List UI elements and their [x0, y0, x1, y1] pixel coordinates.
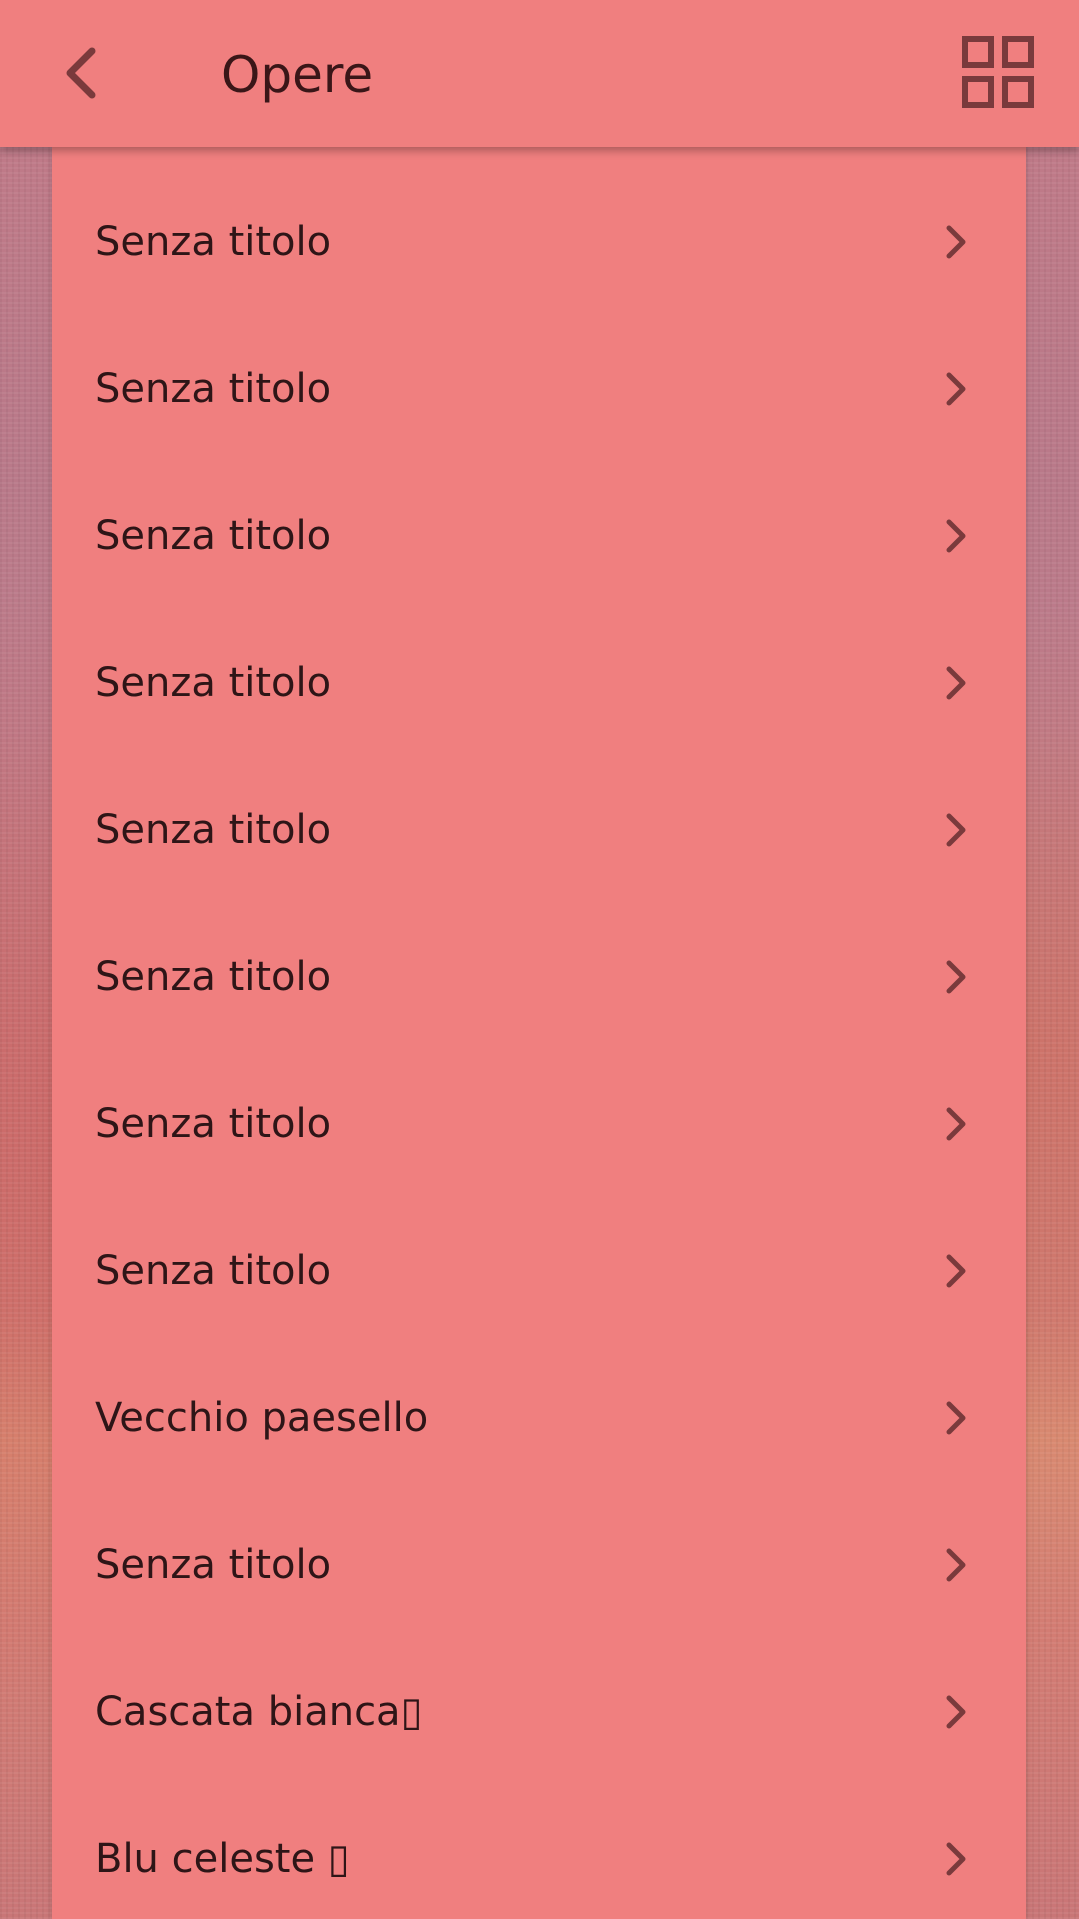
- item-title: Senza titolo: [95, 659, 332, 706]
- list-item[interactable]: Vecchio paesello: [52, 1344, 1026, 1491]
- item-title: Senza titolo: [95, 806, 332, 853]
- page-title: Opere: [221, 46, 374, 104]
- chevron-right-icon: [936, 1839, 976, 1879]
- item-title: Senza titolo: [95, 365, 332, 412]
- item-title: Senza titolo: [95, 218, 332, 265]
- chevron-right-icon: [936, 810, 976, 850]
- item-title: Senza titolo: [95, 1100, 332, 1147]
- chevron-right-icon: [936, 1398, 976, 1438]
- grid-view-button[interactable]: [958, 32, 1038, 112]
- grid-view-icon: [962, 36, 1034, 108]
- back-button[interactable]: [40, 28, 120, 118]
- app-bar: Opere: [0, 0, 1079, 147]
- item-title: Senza titolo: [95, 1247, 332, 1294]
- item-title: Senza titolo: [95, 1541, 332, 1588]
- list-item[interactable]: Senza titolo: [52, 168, 1026, 315]
- chevron-right-icon: [936, 957, 976, 997]
- list-item[interactable]: Senza titolo: [52, 1050, 1026, 1197]
- chevron-left-icon: [66, 47, 96, 99]
- list-item[interactable]: Senza titolo: [52, 1491, 1026, 1638]
- list-item[interactable]: Senza titolo: [52, 903, 1026, 1050]
- chevron-right-icon: [936, 222, 976, 262]
- chevron-right-icon: [936, 369, 976, 409]
- list-item[interactable]: Cascata bianca▯: [52, 1638, 1026, 1785]
- list-item[interactable]: Senza titolo: [52, 756, 1026, 903]
- item-title: Vecchio paesello: [95, 1394, 429, 1441]
- list-item[interactable]: Senza titolo: [52, 609, 1026, 756]
- list-item[interactable]: Senza titolo: [52, 462, 1026, 609]
- list-item[interactable]: Blu celeste ▯: [52, 1785, 1026, 1919]
- item-title: Blu celeste ▯: [95, 1835, 350, 1882]
- chevron-right-icon: [936, 1692, 976, 1732]
- item-title: Senza titolo: [95, 512, 332, 559]
- item-title: Senza titolo: [95, 953, 332, 1000]
- item-title: Cascata bianca▯: [95, 1688, 423, 1735]
- chevron-right-icon: [936, 663, 976, 703]
- chevron-right-icon: [936, 1251, 976, 1291]
- artworks-list-panel: Senza titolo Senza titolo Senza titolo S…: [52, 147, 1026, 1919]
- chevron-right-icon: [936, 1104, 976, 1144]
- list-item[interactable]: Senza titolo: [52, 1197, 1026, 1344]
- artworks-list: Senza titolo Senza titolo Senza titolo S…: [52, 168, 1026, 1919]
- chevron-right-icon: [936, 1545, 976, 1585]
- list-item[interactable]: Senza titolo: [52, 315, 1026, 462]
- chevron-right-icon: [936, 516, 976, 556]
